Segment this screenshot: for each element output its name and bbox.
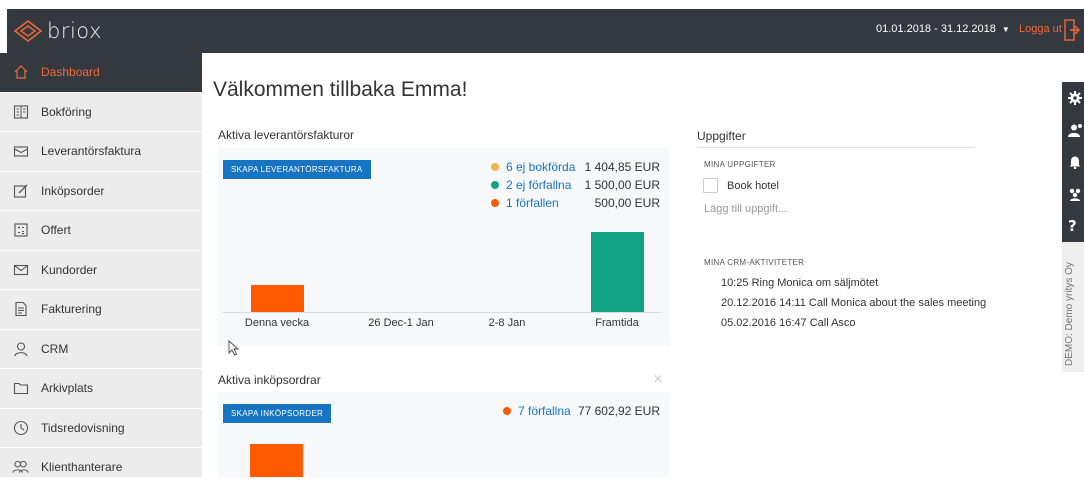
chart-tick-label: 26 Dec-1 Jan <box>368 317 434 329</box>
sidebar: Dashboard Bokföring Leverantörsfaktura I… <box>0 53 202 488</box>
task-checkbox[interactable] <box>703 178 718 193</box>
home-icon <box>12 64 29 81</box>
sidebar-item-label: Offert <box>41 223 71 238</box>
logo[interactable]: briox <box>13 19 102 43</box>
legend-amount: 1 500,00 EUR <box>584 178 660 192</box>
chart-tick-label: Framtida <box>595 317 639 329</box>
divider <box>697 147 975 148</box>
edit-icon <box>12 182 29 199</box>
chart-tick-label: 2-8 Jan <box>488 317 526 329</box>
close-icon[interactable]: ✕ <box>653 372 663 386</box>
chart-bar[interactable] <box>590 232 644 312</box>
sidebar-item-leverantorsfaktura[interactable]: Leverantörsfaktura <box>0 132 202 172</box>
crm-activity-item[interactable]: 10:25 Ring Monica om säljmötet <box>721 277 878 289</box>
envelope-open-icon <box>12 143 29 160</box>
calculator-icon <box>12 222 29 239</box>
legend-dot <box>491 181 499 189</box>
legend-link: 2 ej förfallna <box>506 178 572 192</box>
user-icon <box>12 340 29 357</box>
legend-amount: 1 404,85 EUR <box>584 160 660 174</box>
crm-activity-item[interactable]: 20.12.2016 14:11 Call Monica about the s… <box>721 297 986 309</box>
legend-item-po-overdue[interactable]: 7 förfallna <box>503 404 571 418</box>
sidebar-item-kundorder[interactable]: Kundorder <box>0 251 202 290</box>
sidebar-item-label: Leverantörsfaktura <box>41 144 142 159</box>
sidebar-item-crm[interactable]: CRM <box>0 330 202 369</box>
logo-text: briox <box>47 19 102 43</box>
legend-dot <box>491 199 499 207</box>
logo-icon <box>13 19 43 43</box>
sidebar-item-label: CRM <box>41 341 69 356</box>
users-icon <box>12 459 29 476</box>
document-icon <box>12 301 29 318</box>
sidebar-item-tidsredovisning[interactable]: Tidsredovisning <box>0 409 202 448</box>
supplier-invoices-title: Aktiva leverantörsfakturor <box>218 128 355 142</box>
sidebar-item-arkivplats[interactable]: Arkivplats <box>0 369 202 409</box>
folder-icon <box>12 380 29 397</box>
create-supplier-invoice-button[interactable]: SKAPA LEVERANTÖRSFAKTURA <box>223 160 371 179</box>
chart-bar[interactable] <box>250 444 303 477</box>
logout-icon[interactable] <box>1064 19 1080 41</box>
sidebar-item-label: Fakturering <box>41 302 102 317</box>
sidebar-item-dashboard[interactable]: Dashboard <box>0 53 202 93</box>
people-icon[interactable] <box>1062 178 1084 210</box>
my-tasks-heading: MINA UPPGIFTER <box>704 160 776 169</box>
sidebar-item-offert[interactable]: Offert <box>0 211 202 251</box>
sidebar-item-bokforing[interactable]: Bokföring <box>0 93 202 132</box>
sidebar-item-label: Dashboard <box>41 65 100 80</box>
sidebar-item-klienthanterare[interactable]: Klienthanterare <box>0 448 202 488</box>
help-icon[interactable]: ? <box>1062 210 1084 242</box>
purchase-orders-title: Aktiva inköpsordrar <box>218 373 321 387</box>
company-label[interactable]: DEMO: Demo yritys Oy <box>1064 262 1075 366</box>
legend-link: 7 förfallna <box>518 404 571 418</box>
sidebar-item-label: Inköpsorder <box>41 183 105 198</box>
date-range-selector[interactable]: 01.01.2018 - 31.12.2018 ▼ <box>876 23 1010 35</box>
legend-item-overdue[interactable]: 1 förfallen <box>491 196 559 210</box>
welcome-heading: Välkommen tillbaka Emma! <box>213 78 468 101</box>
logout-link[interactable]: Logga ut <box>1019 23 1062 35</box>
bell-icon[interactable] <box>1062 146 1084 178</box>
mouse-cursor-icon <box>228 340 240 356</box>
date-range-label: 01.01.2018 - 31.12.2018 <box>876 23 996 35</box>
supplier-invoices-card: SKAPA LEVERANTÖRSFAKTURA 6 ej bokförda 1… <box>218 148 670 346</box>
create-purchase-order-button[interactable]: SKAPA INKÖPSORDER <box>223 404 332 423</box>
crm-activity-item[interactable]: 05.02.2016 16:47 Call Asco <box>721 317 856 329</box>
chart-axis <box>223 312 661 313</box>
legend-amount: 77 602,92 EUR <box>577 404 660 418</box>
legend-amount: 500,00 EUR <box>594 196 660 210</box>
clock-icon <box>12 419 29 436</box>
legend-item-not-due[interactable]: 2 ej förfallna <box>491 178 571 192</box>
sidebar-item-label: Arkivplats <box>41 381 94 396</box>
user-settings-icon[interactable] <box>1062 114 1084 146</box>
gear-icon[interactable] <box>1062 82 1084 114</box>
top-bar: briox 01.01.2018 - 31.12.2018 ▼ Logga ut <box>7 9 1084 53</box>
legend-dot <box>491 163 499 171</box>
ledger-icon <box>12 103 29 120</box>
legend-link: 1 förfallen <box>506 196 559 210</box>
legend-link: 6 ej bokförda <box>506 160 576 174</box>
task-label: Book hotel <box>727 180 779 192</box>
chart-tick-label: Denna vecka <box>244 317 310 329</box>
tasks-title: Uppgifter <box>697 129 746 143</box>
crm-activities-heading: MINA CRM-AKTIVITETER <box>704 258 805 267</box>
purchase-orders-card: SKAPA INKÖPSORDER 7 förfallna 77 602,92 … <box>218 392 670 477</box>
sidebar-item-label: Klienthanterare <box>41 460 123 475</box>
envelope-icon <box>12 261 29 278</box>
sidebar-item-label: Tidsredovisning <box>41 420 125 435</box>
add-task-input[interactable]: Lägg till uppgift... <box>704 203 787 215</box>
legend-item-unbooked[interactable]: 6 ej bokförda <box>491 160 575 174</box>
right-tool-rail: ? <box>1062 82 1084 242</box>
sidebar-item-fakturering[interactable]: Fakturering <box>0 290 202 330</box>
sidebar-item-inkopsorder[interactable]: Inköpsorder <box>0 172 202 211</box>
legend-dot <box>503 407 511 415</box>
sidebar-item-label: Bokföring <box>41 104 92 119</box>
caret-down-icon: ▼ <box>1001 25 1010 34</box>
sidebar-item-label: Kundorder <box>41 262 98 277</box>
chart-bar[interactable] <box>250 285 304 312</box>
